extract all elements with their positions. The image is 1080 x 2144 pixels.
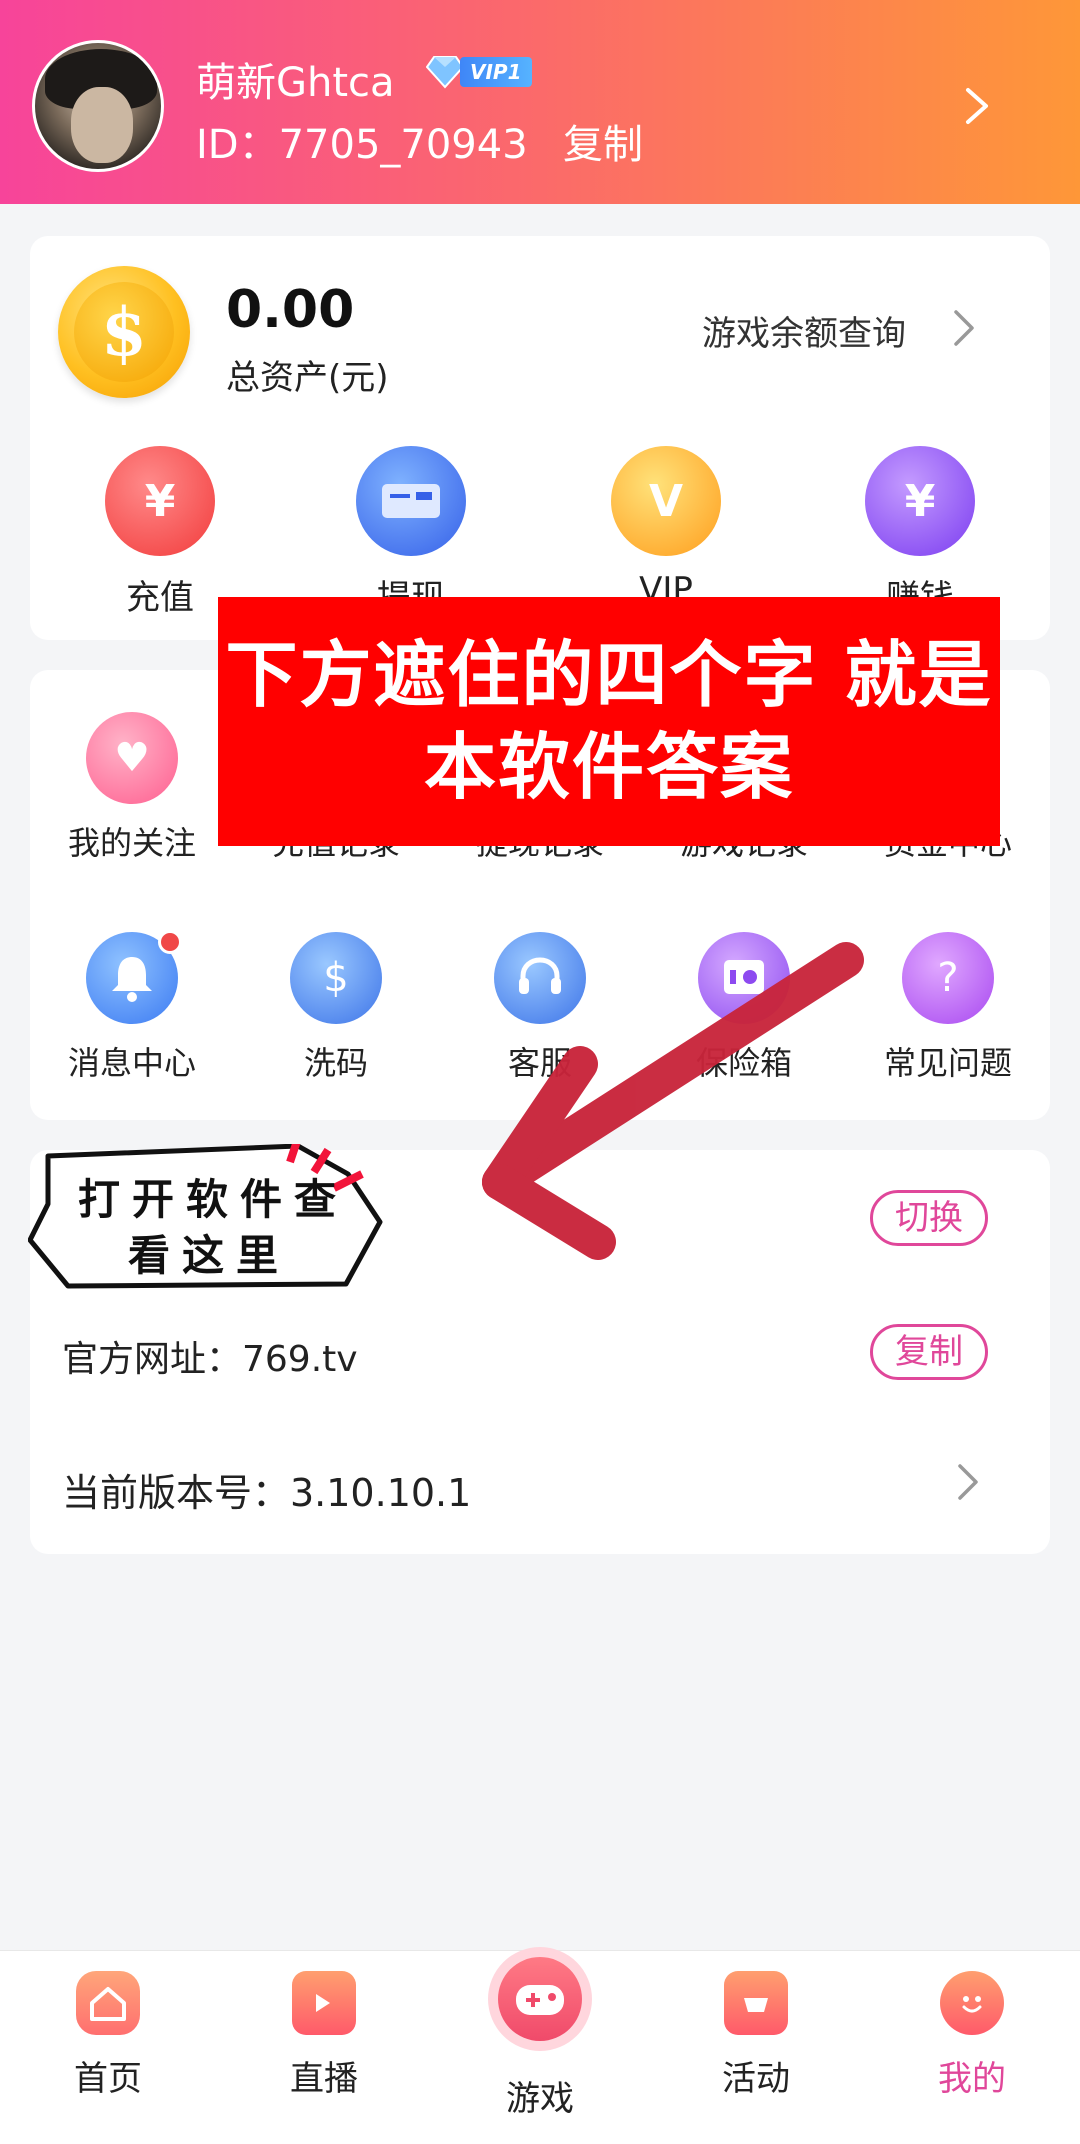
quick-actions: ¥ 充值 提现 V VIP ¥ 赚钱: [30, 446, 1050, 618]
bell-icon: [86, 930, 182, 1024]
total-balance-label: 总资产(元): [226, 358, 389, 398]
copy-url-button[interactable]: 复制: [870, 1324, 988, 1380]
nav-home[interactable]: 首页: [18, 1971, 198, 2100]
live-icon: [292, 1971, 356, 2035]
callout-sticker: 打开软件查 看这里: [28, 1144, 384, 1294]
withdraw-button[interactable]: 提现: [321, 446, 501, 618]
earn-bag-icon: ¥: [865, 446, 975, 556]
copy-id-button[interactable]: 复制: [563, 112, 643, 170]
vip-badge: VIP1: [426, 52, 532, 92]
sticker-line-2: 看这里: [128, 1231, 291, 1280]
question-icon: ?: [902, 932, 994, 1024]
pointer-arrow-icon: [482, 942, 864, 1260]
total-balance: 0.00: [226, 280, 355, 340]
user-id: ID：7705_70943: [196, 122, 528, 168]
nav-mine[interactable]: 我的: [882, 1971, 1062, 2100]
menu-item-follow[interactable]: ♥ 我的关注: [42, 712, 222, 864]
switch-button[interactable]: 切换: [870, 1190, 988, 1246]
avatar[interactable]: [32, 40, 164, 172]
overlay-line-1: 下方遮住的四个字 就是: [225, 633, 993, 717]
menu-item-messages[interactable]: 消息中心: [42, 930, 222, 1084]
recharge-button[interactable]: ¥ 充值: [70, 446, 250, 618]
money-bag-icon: ¥: [105, 446, 215, 556]
heart-plus-icon: ♥: [86, 712, 178, 804]
vip-diamond-icon: V: [611, 446, 721, 556]
username: 萌新Ghtca: [196, 60, 395, 106]
game-balance-query-link[interactable]: 游戏余额查询: [702, 306, 906, 355]
coin-icon: $: [58, 266, 190, 398]
smile-icon: [940, 1971, 1004, 2035]
sticker-line-1: 打开软件查: [78, 1175, 349, 1224]
nav-game[interactable]: 游戏: [450, 2071, 630, 2120]
bottom-nav: 首页 直播 游戏 活动 我的: [0, 1947, 1080, 2144]
home-icon: [76, 1971, 140, 2035]
vip-level: VIP1: [460, 57, 532, 87]
chevron-right-icon[interactable]: [956, 1462, 980, 1502]
earn-button[interactable]: ¥ 赚钱: [830, 446, 1010, 618]
activity-icon: [724, 1971, 788, 2035]
overlay-banner: 下方遮住的四个字 就是 本软件答案: [218, 597, 1000, 846]
menu-item-faq[interactable]: ? 常见问题: [858, 932, 1038, 1084]
nav-live[interactable]: 直播: [234, 1971, 414, 2100]
chip-icon: $: [290, 932, 382, 1024]
overlay-line-2: 本软件答案: [423, 725, 794, 809]
official-url: 官方网址：769.tv: [62, 1339, 358, 1380]
nav-activity[interactable]: 活动: [666, 1971, 846, 2100]
app-version[interactable]: 当前版本号：3.10.10.1: [62, 1462, 471, 1517]
chevron-right-icon[interactable]: [962, 86, 992, 126]
profile-header[interactable]: 萌新Ghtca VIP1 ID：7705_70943 复制: [0, 0, 1080, 204]
card-icon: [356, 446, 466, 556]
diamond-icon: [426, 56, 464, 89]
unread-dot: [158, 930, 182, 954]
gamepad-icon: [498, 1957, 582, 2041]
vip-button[interactable]: V VIP: [576, 446, 756, 616]
chevron-right-icon[interactable]: [952, 308, 976, 348]
asset-card: $ 0.00 总资产(元) 游戏余额查询 ¥ 充值 提现 V VIP ¥ 赚钱: [30, 236, 1050, 640]
